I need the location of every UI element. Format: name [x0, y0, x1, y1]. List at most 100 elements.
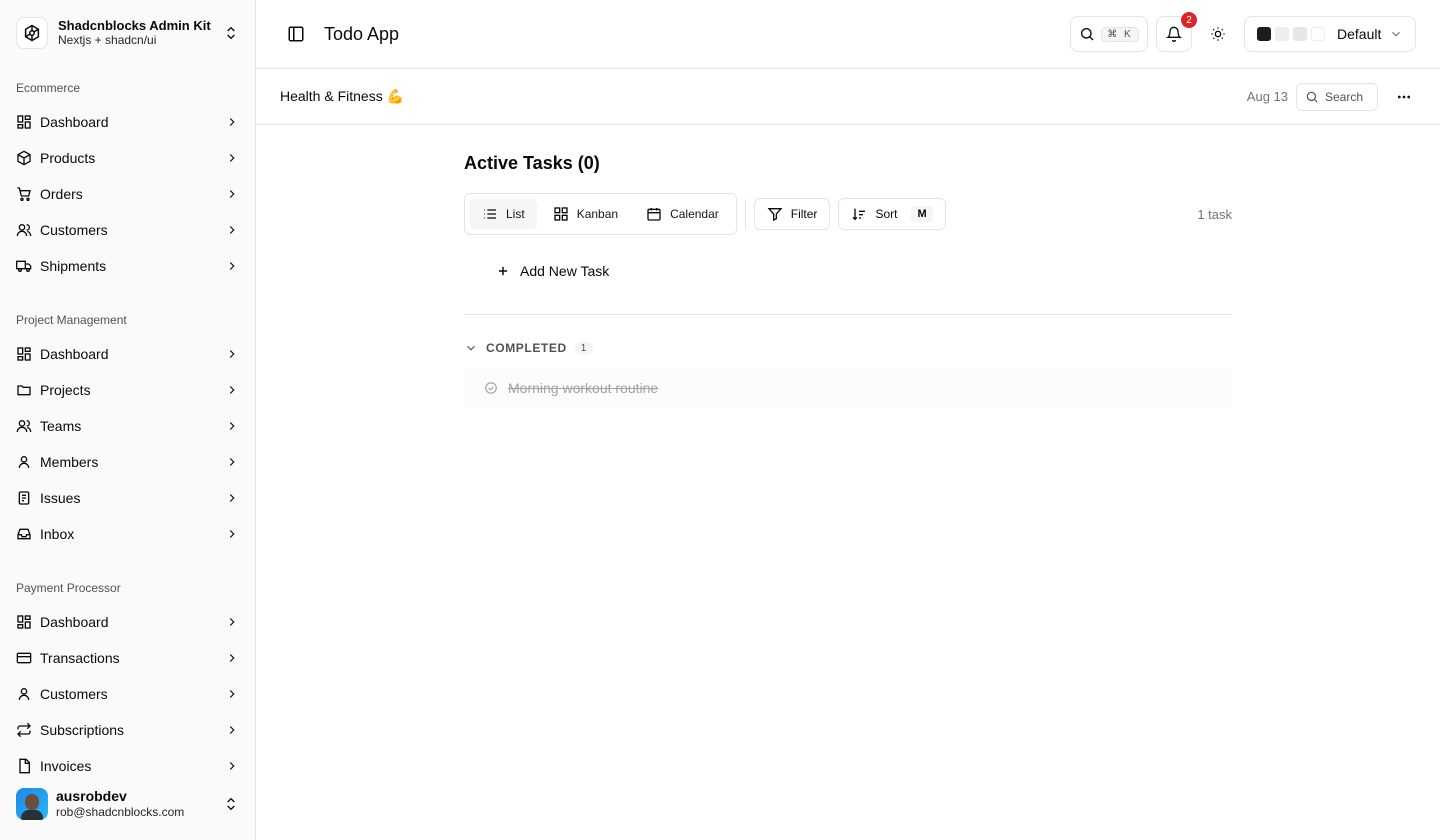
group-label-project-management: Project Management	[16, 313, 127, 327]
view-calendar-button[interactable]: Calendar	[634, 199, 731, 229]
user-menu[interactable]: ausrobdev rob@shadcnblocks.com	[0, 776, 255, 832]
sun-icon	[1211, 27, 1225, 41]
task-content: Active Tasks (0) List Kanban Calendar Fi…	[256, 125, 1232, 408]
sidebar-item-label: Teams	[40, 418, 82, 434]
sidebar-item-label: Dashboard	[40, 346, 109, 362]
truck-icon	[16, 260, 32, 272]
chevron-right-icon	[229, 350, 235, 358]
more-horizontal-icon	[1398, 95, 1410, 98]
sidebar-item-teams[interactable]: Teams	[0, 408, 255, 444]
credit-card-icon	[16, 652, 32, 664]
completed-task-row[interactable]: Morning workout routine	[464, 368, 1232, 408]
issues-icon	[18, 491, 30, 505]
sort-button[interactable]: Sort M	[838, 198, 946, 230]
sidebar-item-label: Subscriptions	[40, 722, 125, 738]
view-label: List	[506, 207, 525, 221]
view-kanban-button[interactable]: Kanban	[541, 199, 630, 229]
brand-switcher[interactable]: Shadcnblocks Admin Kit Nextjs + shadcn/u…	[0, 0, 255, 66]
theme-mode-toggle[interactable]	[1200, 16, 1236, 52]
chevrons-up-down-icon	[227, 26, 235, 40]
theme-swatch	[1275, 27, 1289, 41]
view-list-button[interactable]: List	[470, 199, 537, 229]
dashboard-icon	[17, 615, 31, 629]
sidebar-item-ecommerce-customers[interactable]: Customers	[0, 212, 255, 248]
sidebar-item-inbox[interactable]: Inbox	[0, 516, 255, 552]
folder-icon	[17, 385, 31, 396]
more-options-button[interactable]	[1392, 85, 1416, 109]
view-label: Kanban	[576, 207, 619, 221]
brand-title: Shadcnblocks Admin Kit	[58, 18, 211, 33]
toolbar-divider	[744, 199, 746, 229]
calendar-icon	[647, 208, 661, 221]
sidebar-toggle-button[interactable]	[284, 22, 308, 46]
chevron-right-icon	[229, 226, 235, 234]
cart-icon	[17, 187, 31, 201]
dashboard-icon	[17, 115, 31, 129]
sidebar-item-label: Dashboard	[40, 114, 109, 130]
repeat-icon	[17, 722, 31, 738]
notifications-button[interactable]: 2	[1156, 12, 1197, 52]
sidebar-item-projects[interactable]: Projects	[0, 372, 255, 408]
sidebar-item-pp-customers[interactable]: Customers	[0, 676, 255, 712]
user-email: rob@shadcnblocks.com	[56, 805, 185, 819]
add-task-button[interactable]: Add New Task	[464, 251, 1232, 291]
completed-section-toggle[interactable]: COMPLETED 1	[464, 332, 1232, 364]
sidebar-item-subscriptions[interactable]: Subscriptions	[0, 712, 255, 748]
date-label: Aug 13	[1246, 89, 1288, 104]
chevron-right-icon	[229, 154, 235, 162]
global-search-button[interactable]: ⌘ K	[1070, 16, 1148, 52]
sidebar-nav: Ecommerce Dashboard Products Orders Cust…	[0, 66, 255, 840]
sort-label: Sort	[875, 207, 898, 221]
dashboard-icon	[17, 347, 31, 361]
sidebar-item-products[interactable]: Products	[0, 140, 255, 176]
chevron-right-icon	[229, 494, 235, 502]
sort-icon	[852, 208, 866, 221]
sidebar-item-label: Issues	[40, 490, 81, 506]
sidebar-item-label: Products	[40, 150, 96, 166]
avatar	[16, 788, 48, 820]
check-circle-icon[interactable]	[484, 381, 498, 395]
chevron-right-icon	[229, 618, 235, 626]
sidebar-item-shipments[interactable]: Shipments	[0, 248, 255, 284]
user-icon	[18, 456, 30, 469]
sidebar-item-label: Invoices	[40, 758, 92, 774]
task-title: Morning workout routine	[508, 380, 659, 396]
chevron-down-icon	[1392, 31, 1400, 37]
chevrons-up-down-icon	[227, 797, 235, 811]
brand-logo-icon	[16, 17, 48, 49]
view-switcher: List Kanban Calendar	[464, 193, 737, 235]
group-label-ecommerce: Ecommerce	[16, 81, 81, 95]
list-header: Health & Fitness 💪 Aug 13 Search	[256, 69, 1440, 125]
chevron-right-icon	[229, 386, 235, 394]
sidebar-item-pm-dashboard[interactable]: Dashboard	[0, 336, 255, 372]
add-task-label: Add New Task	[520, 263, 610, 279]
sidebar-item-ecommerce-dashboard[interactable]: Dashboard	[0, 104, 255, 140]
package-icon	[17, 150, 31, 166]
sidebar-item-transactions[interactable]: Transactions	[0, 640, 255, 676]
sidebar-item-pp-dashboard[interactable]: Dashboard	[0, 604, 255, 640]
kanban-icon	[554, 207, 568, 221]
sidebar-item-label: Orders	[40, 186, 83, 202]
sidebar-item-members[interactable]: Members	[0, 444, 255, 480]
sidebar-item-label: Projects	[40, 382, 91, 398]
sidebar-item-issues[interactable]: Issues	[0, 480, 255, 516]
theme-select[interactable]: Default	[1244, 16, 1416, 52]
sidebar-item-label: Members	[40, 454, 99, 470]
sidebar-item-label: Transactions	[40, 650, 120, 666]
section-divider	[464, 314, 1232, 315]
task-search-input[interactable]: Search	[1296, 82, 1378, 111]
user-icon	[18, 688, 30, 701]
chevron-right-icon	[229, 530, 235, 538]
sidebar-item-orders[interactable]: Orders	[0, 176, 255, 212]
sidebar-item-label: Shipments	[40, 258, 107, 274]
notification-badge: 2	[1181, 12, 1197, 28]
theme-label: Default	[1337, 26, 1382, 42]
user-name: ausrobdev	[56, 788, 127, 804]
view-label: Calendar	[670, 207, 719, 221]
page-title: Todo App	[324, 23, 400, 44]
search-icon	[1081, 28, 1094, 41]
chevron-right-icon	[229, 762, 235, 770]
sidebar: Shadcnblocks Admin Kit Nextjs + shadcn/u…	[0, 0, 256, 840]
chevron-right-icon	[229, 422, 235, 430]
filter-button[interactable]: Filter	[753, 198, 831, 230]
